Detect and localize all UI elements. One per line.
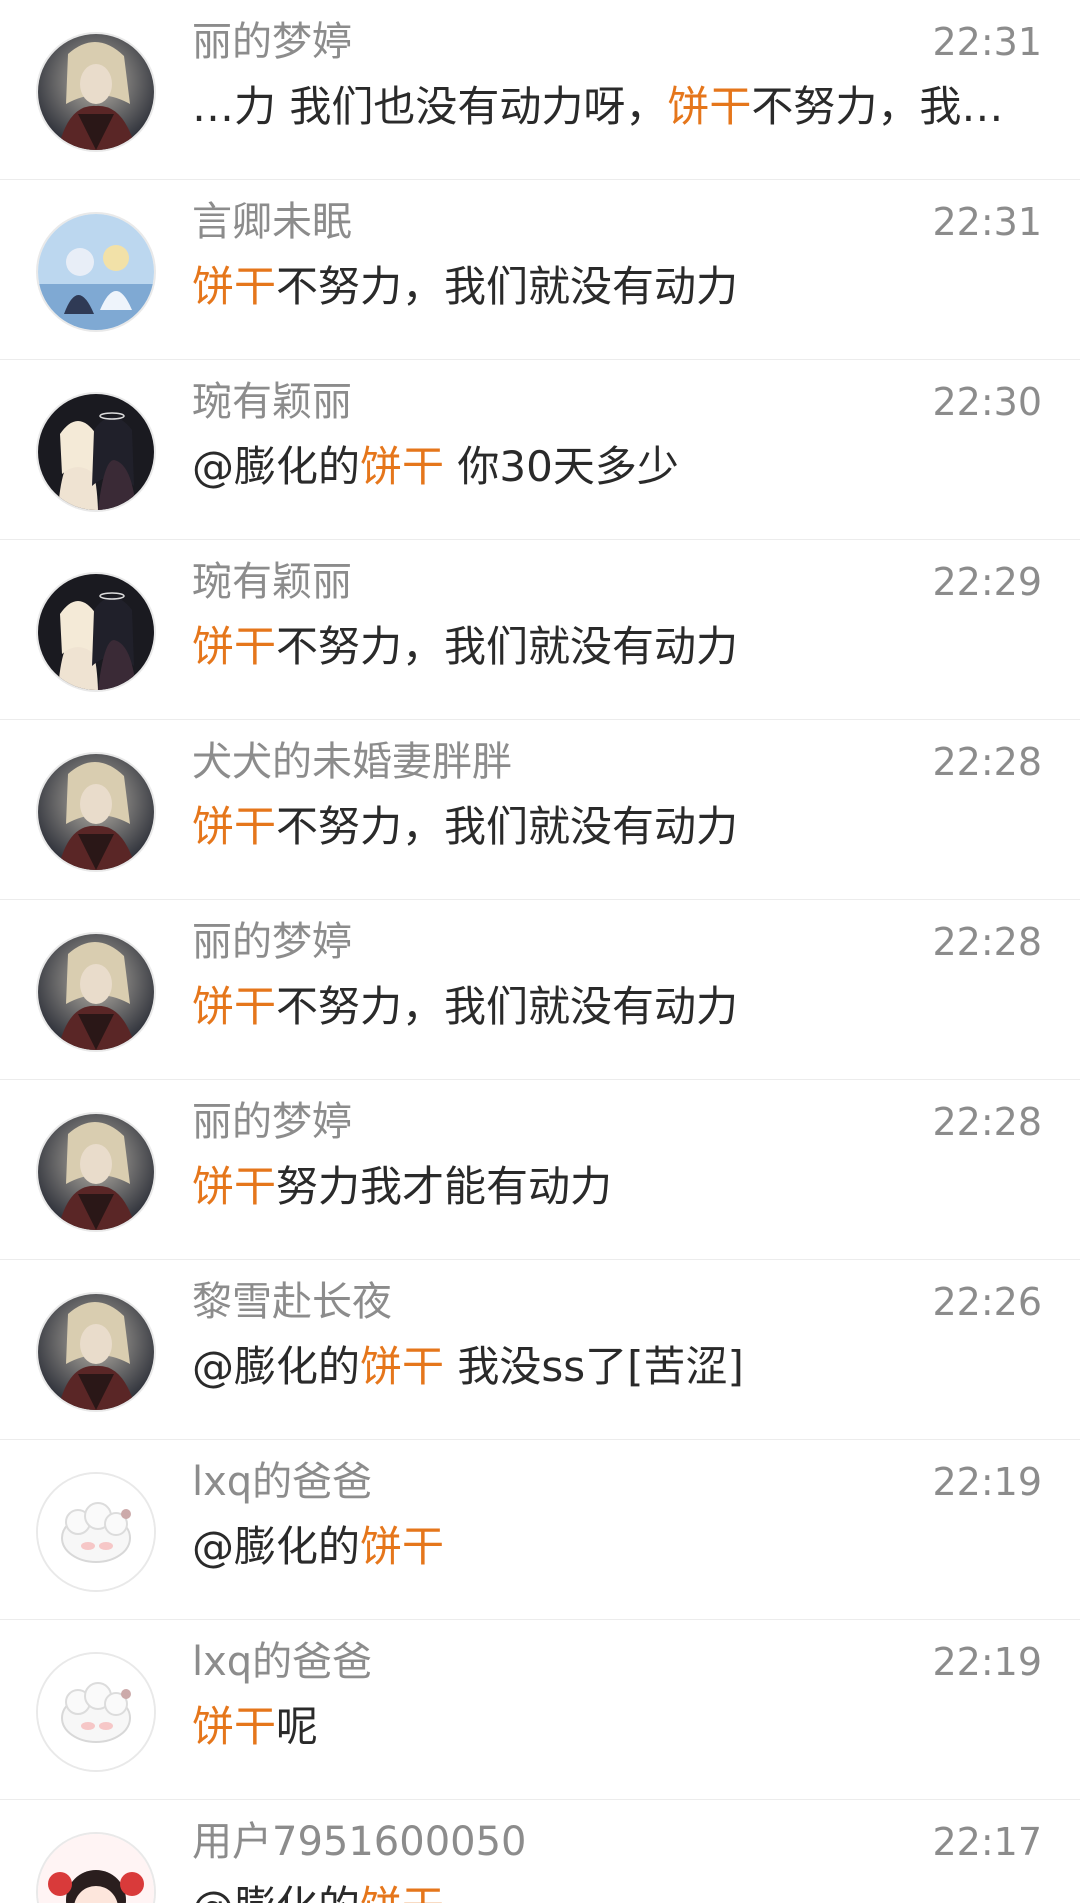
comment-text-segment: 努力我才能有动力: [276, 1162, 613, 1211]
commenter-name[interactable]: 丽的梦婷: [192, 918, 352, 966]
comment-list: 丽的梦婷 22:31 …力 我们也没有动力呀，饼干不努力，我们… 言卿未眠 22:31…: [0, 0, 1080, 1903]
highlighted-keyword: 饼干: [667, 82, 752, 131]
comment-row[interactable]: 黎雪赴长夜 22:26 @膨化的饼干 我没ss了[苦涩]: [0, 1260, 1080, 1440]
white-sheep-avatar-icon[interactable]: [38, 1654, 154, 1770]
dark-warrior-avatar-icon[interactable]: [38, 1114, 154, 1230]
comment-text-segment: 不努力，我们就没有动力: [276, 622, 739, 671]
comment-text-segment: 不努力，我们…: [751, 82, 1032, 131]
comment-text: 饼干不努力，我们就没有动力: [192, 260, 1032, 314]
comment-row[interactable]: 犬犬的未婚妻胖胖 22:28 饼干不努力，我们就没有动力: [0, 720, 1080, 900]
comment-timestamp: 22:28: [932, 920, 1042, 964]
comment-text-segment: 不努力，我们就没有动力: [276, 262, 739, 311]
commenter-name[interactable]: lxq的爸爸: [192, 1458, 372, 1506]
blue-anime-couple-avatar-icon[interactable]: [38, 214, 154, 330]
comment-timestamp: 22:28: [932, 740, 1042, 784]
comment-row[interactable]: 用户7951600050 22:17 @膨化的饼干: [0, 1800, 1080, 1903]
commenter-name[interactable]: 丽的梦婷: [192, 18, 352, 66]
highlighted-keyword: 饼干: [192, 982, 277, 1031]
comment-timestamp: 22:31: [932, 200, 1042, 244]
angel-demon-avatar-icon[interactable]: [38, 574, 154, 690]
comment-text-segment: 我没ss了[苦涩]: [444, 1342, 744, 1391]
highlighted-keyword: 饼干: [360, 1882, 444, 1903]
dark-warrior-avatar-icon[interactable]: [38, 34, 154, 150]
comment-text: @膨化的饼干 你30天多少: [192, 440, 1032, 494]
comment-timestamp: 22:19: [932, 1460, 1042, 1504]
highlighted-keyword: 饼干: [192, 622, 277, 671]
comment-text-segment: @膨化的: [192, 1882, 360, 1903]
comment-text: 饼干不努力，我们就没有动力: [192, 800, 1032, 854]
highlighted-keyword: 饼干: [192, 262, 277, 311]
comment-timestamp: 22:17: [932, 1820, 1042, 1864]
commenter-name[interactable]: 琬有颖丽: [192, 558, 352, 606]
comment-text: @膨化的饼干 我没ss了[苦涩]: [192, 1340, 1032, 1394]
highlighted-keyword: 饼干: [360, 442, 445, 491]
comment-text: 饼干不努力，我们就没有动力: [192, 620, 1032, 674]
comment-text-segment: 你30天多少: [444, 442, 679, 491]
highlighted-keyword: 饼干: [192, 1702, 277, 1751]
comment-timestamp: 22:19: [932, 1640, 1042, 1684]
commenter-name[interactable]: 黎雪赴长夜: [192, 1278, 392, 1326]
comment-timestamp: 22:29: [932, 560, 1042, 604]
comment-text-segment: 不努力，我们就没有动力: [276, 802, 739, 851]
commenter-name[interactable]: 用户7951600050: [192, 1818, 527, 1866]
comment-text: @膨化的饼干: [192, 1520, 1032, 1574]
comment-text-segment: 不努力，我们就没有动力: [276, 982, 739, 1031]
comment-text: 饼干努力我才能有动力: [192, 1160, 1032, 1214]
white-sheep-avatar-icon[interactable]: [38, 1474, 154, 1590]
comment-row[interactable]: 丽的梦婷 22:28 饼干不努力，我们就没有动力: [0, 900, 1080, 1080]
commenter-name[interactable]: 琬有颖丽: [192, 378, 352, 426]
highlighted-keyword: 饼干: [192, 1162, 277, 1211]
commenter-name[interactable]: 言卿未眠: [192, 198, 352, 246]
comment-row[interactable]: 丽的梦婷 22:28 饼干努力我才能有动力: [0, 1080, 1080, 1260]
dark-warrior-avatar-icon[interactable]: [38, 934, 154, 1050]
comment-text-segment: @膨化的: [192, 1342, 361, 1391]
highlighted-keyword: 饼干: [192, 802, 277, 851]
comment-row[interactable]: lxq的爸爸 22:19 饼干呢: [0, 1620, 1080, 1800]
dark-warrior-avatar-icon[interactable]: [38, 754, 154, 870]
comment-row[interactable]: lxq的爸爸 22:19 @膨化的饼干: [0, 1440, 1080, 1620]
comment-text-segment: @膨化的: [192, 442, 361, 491]
comment-text: @膨化的饼干: [192, 1880, 1032, 1903]
comment-row[interactable]: 言卿未眠 22:31 饼干不努力，我们就没有动力: [0, 180, 1080, 360]
highlighted-keyword: 饼干: [360, 1522, 445, 1571]
dark-warrior-avatar-icon[interactable]: [38, 1294, 154, 1410]
commenter-name[interactable]: lxq的爸爸: [192, 1638, 372, 1686]
anime-girl-red-bows-avatar-icon[interactable]: [38, 1834, 154, 1903]
comment-timestamp: 22:30: [932, 380, 1042, 424]
comment-row[interactable]: 琬有颖丽 22:30 @膨化的饼干 你30天多少: [0, 360, 1080, 540]
comment-timestamp: 22:31: [932, 20, 1042, 64]
commenter-name[interactable]: 犬犬的未婚妻胖胖: [192, 738, 512, 786]
comment-row[interactable]: 琬有颖丽 22:29 饼干不努力，我们就没有动力: [0, 540, 1080, 720]
comment-text-segment: …力 我们也没有动力呀，: [192, 82, 668, 131]
comment-text: 饼干不努力，我们就没有动力: [192, 980, 1032, 1034]
comment-text: …力 我们也没有动力呀，饼干不努力，我们…: [192, 80, 1032, 134]
comment-text-segment: @膨化的: [192, 1522, 361, 1571]
angel-demon-avatar-icon[interactable]: [38, 394, 154, 510]
comment-timestamp: 22:26: [932, 1280, 1042, 1324]
highlighted-keyword: 饼干: [360, 1342, 445, 1391]
comment-row[interactable]: 丽的梦婷 22:31 …力 我们也没有动力呀，饼干不努力，我们…: [0, 0, 1080, 180]
comment-text: 饼干呢: [192, 1700, 1032, 1754]
commenter-name[interactable]: 丽的梦婷: [192, 1098, 352, 1146]
comment-text-segment: 呢: [276, 1702, 319, 1751]
comment-timestamp: 22:28: [932, 1100, 1042, 1144]
